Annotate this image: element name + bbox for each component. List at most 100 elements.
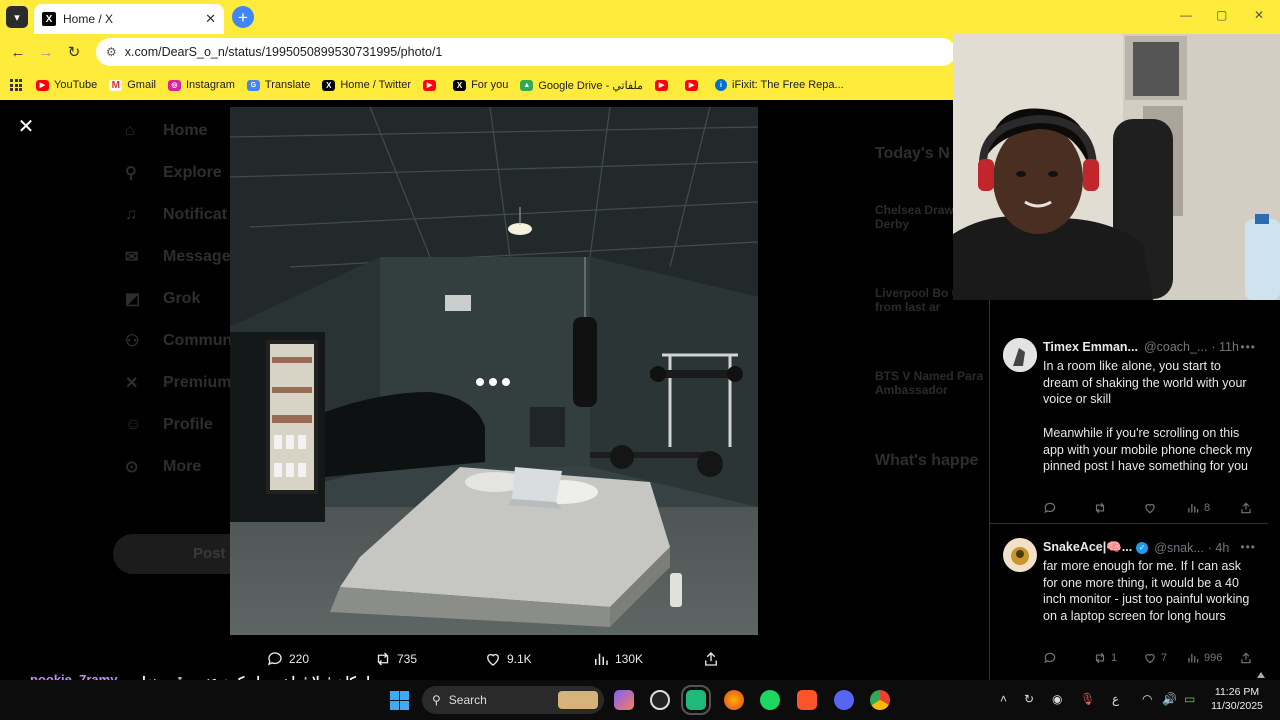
repost-button[interactable] [1093, 501, 1111, 515]
post-photo[interactable] [230, 107, 758, 635]
firefox-icon[interactable] [724, 690, 744, 710]
obs-icon[interactable] [650, 690, 670, 710]
analytics-icon [1188, 653, 1199, 663]
taskbar-search[interactable]: ⚲ Search [422, 686, 604, 714]
like-button[interactable] [1143, 501, 1161, 515]
more-options-icon[interactable]: ••• [1240, 340, 1256, 354]
bookmark-home-twitter[interactable]: X Home / Twitter [322, 79, 411, 91]
reply-author-name[interactable]: SnakeAce|🧠... [1043, 540, 1132, 555]
nav-notifications: ♫ Notificat [125, 206, 227, 223]
avatar[interactable] [1003, 538, 1037, 572]
youtube-icon: ▶ [36, 79, 49, 91]
streamer-webcam-image [953, 34, 1280, 300]
sync-icon[interactable]: ↻ [1024, 692, 1034, 706]
views-button[interactable]: 996 [1186, 651, 1222, 665]
copilot-icon[interactable] [614, 690, 634, 710]
avatar[interactable] [1003, 338, 1037, 372]
battery-icon[interactable]: ▭ [1184, 692, 1195, 706]
youtube-icon: ▶ [423, 79, 437, 91]
minimize-icon[interactable]: — [1180, 8, 1192, 22]
share-button[interactable] [702, 650, 725, 668]
reply-text: far more enough for me. If I can ask for… [1043, 559, 1250, 624]
reply-item[interactable]: Timex Emman... @coach_... · 11h ••• In a… [990, 330, 1268, 524]
bookmark-google-drive[interactable]: ▲ Google Drive - ملفاتي [520, 79, 643, 92]
close-window-icon[interactable]: ✕ [1254, 8, 1264, 22]
verified-badge-icon: ✓ [1136, 541, 1149, 554]
site-info-icon[interactable]: ⚙ [106, 45, 117, 59]
windows-start-icon[interactable] [390, 691, 409, 710]
repost-button[interactable]: 735 [374, 650, 417, 668]
new-tab-button[interactable]: + [232, 6, 254, 28]
bookmark-instagram[interactable]: ◎ Instagram [167, 79, 235, 91]
bookmark-for-you[interactable]: X For you [453, 79, 508, 91]
search-icon: ⚲ [125, 165, 137, 182]
ifixit-icon: i [715, 79, 728, 91]
brave-icon[interactable] [797, 690, 817, 710]
bookmark-translate[interactable]: G Translate [246, 79, 310, 91]
reply-author-name[interactable]: Timex Emman... [1043, 340, 1138, 354]
scroll-arrow-icon[interactable] [1257, 672, 1265, 678]
tab-search-icon[interactable]: ▾ [6, 6, 28, 28]
reply-time: · 4h [1207, 540, 1230, 555]
reply-button[interactable] [1043, 651, 1061, 665]
reply-item[interactable]: SnakeAce|🧠... ✓ @snak... · 4h ••• far mo… [990, 530, 1268, 680]
nav-home: ⌂ Home [125, 122, 208, 139]
reply-actions: 1 7 996 [1043, 651, 1253, 667]
nav-explore: ⚲ Explore [125, 164, 222, 182]
bookmark-youtube-3[interactable]: ▶ [655, 79, 673, 91]
bookmark-youtube-2[interactable]: ▶ [423, 79, 441, 91]
bookmark-youtube[interactable]: ▶ YouTube [36, 79, 97, 91]
back-icon[interactable]: ← [8, 44, 28, 61]
reply-icon [267, 652, 282, 666]
youtube-icon: ▶ [685, 79, 699, 91]
streaming-app-icon[interactable] [681, 685, 711, 715]
taskbar-clock[interactable]: 11:26 PM 11/30/2025 [1207, 685, 1267, 713]
tray-overflow-icon[interactable]: ˄ [1000, 692, 1007, 706]
microphone-icon[interactable]: 🎙 [1080, 692, 1095, 706]
reply-button[interactable] [1043, 501, 1061, 515]
webcam-overlay [953, 34, 1280, 300]
share-button[interactable] [1239, 501, 1257, 515]
bookmark-ifixit[interactable]: i iFixit: The Free Repa... [715, 79, 844, 91]
maximize-icon[interactable]: ▢ [1216, 8, 1227, 22]
reply-icon [1044, 502, 1056, 514]
volume-icon[interactable]: 🔊 [1162, 692, 1177, 706]
spotify-icon[interactable] [760, 690, 780, 710]
reply-button[interactable]: 220 [266, 650, 309, 668]
heart-icon [1145, 654, 1155, 664]
bookmark-youtube-4[interactable]: ▶ [685, 79, 703, 91]
wifi-icon[interactable]: ◠ [1142, 692, 1152, 706]
repost-button[interactable]: 1 [1093, 651, 1117, 665]
forward-icon[interactable]: → [36, 44, 56, 61]
youtube-icon: ▶ [655, 79, 669, 91]
analytics-icon [1188, 503, 1199, 513]
like-button[interactable]: 9.1K [484, 650, 532, 668]
browser-tab-bar: ▾ X Home / X ✕ + — ▢ ✕ [0, 0, 1280, 34]
discord-icon[interactable] [834, 690, 854, 710]
browser-tab[interactable]: X Home / X ✕ [34, 4, 224, 34]
views-button[interactable]: 8 [1186, 501, 1210, 515]
tab-close-icon[interactable]: ✕ [205, 11, 216, 27]
share-button[interactable] [1239, 651, 1257, 665]
x-icon: X [322, 79, 336, 91]
like-button[interactable]: 7 [1143, 651, 1167, 665]
more-options-icon[interactable]: ••• [1240, 540, 1256, 554]
close-photo-icon[interactable]: ✕ [16, 114, 36, 139]
language-indicator[interactable]: ع [1112, 692, 1119, 706]
views-button[interactable]: 130K [592, 650, 643, 668]
address-bar[interactable]: ⚙ x.com/DearS_o_n/status/199505089953073… [96, 38, 956, 66]
bookmark-gmail[interactable]: M Gmail [109, 79, 156, 91]
nav-communities: ⚇ Commun [125, 332, 233, 350]
replies-panel: Timex Emman... @coach_... · 11h ••• In a… [989, 300, 1268, 680]
apps-grid-icon[interactable] [10, 79, 22, 91]
chrome-icon[interactable] [870, 690, 890, 710]
heart-icon [487, 653, 499, 666]
address-text: x.com/DearS_o_n/status/19950508995307319… [124, 45, 443, 59]
nav-grok: ◩ Grok [125, 290, 201, 308]
reload-icon[interactable]: ↻ [64, 43, 84, 61]
tray-app-icon[interactable]: ◉ [1052, 692, 1062, 706]
google-drive-icon: ▲ [520, 79, 534, 91]
translate-icon: G [246, 79, 260, 91]
share-icon [705, 652, 717, 666]
x-icon: ✕ [125, 375, 139, 392]
